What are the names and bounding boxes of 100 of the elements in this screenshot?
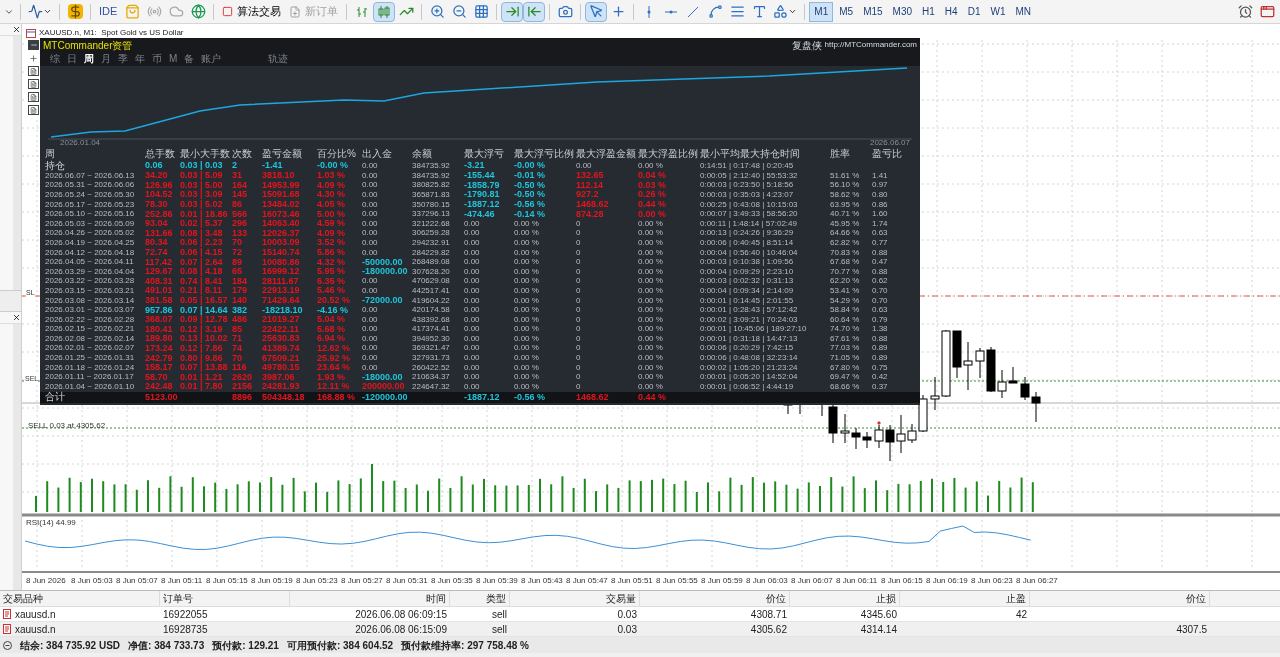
tab[interactable]: 综 (48, 54, 62, 64)
tab[interactable]: 年 (133, 54, 147, 64)
table-cell: 417374.41 (412, 324, 450, 334)
tab[interactable]: 季 (116, 54, 130, 64)
row-label: 合计 (45, 391, 65, 403)
table-cell: 0.00 % (638, 276, 663, 286)
table-cell: 0.00 (464, 276, 480, 286)
table-cell: -0.01 % (514, 170, 546, 181)
document-icon (30, 93, 37, 101)
tab[interactable]: 账户 (199, 54, 224, 64)
table-cell: 0.12 | 3.19 (180, 323, 223, 334)
shopping-bag-icon (124, 4, 140, 19)
table-cell: 0.00 (362, 170, 378, 180)
timeframe-button[interactable]: M1 (809, 1, 834, 22)
row-label: 2026.01.25 ~ 2026.01.31 (45, 353, 135, 363)
table-cell: -0.14 % (514, 208, 546, 219)
ide-button[interactable]: IDE (95, 1, 122, 22)
close-button[interactable] (11, 24, 21, 35)
table-cell: 5.00 % (317, 208, 346, 219)
website-link[interactable]: http://MTCommander.com (824, 39, 917, 51)
table-cell: 0:00:01 | 0:31:18 | 14:47:13 (700, 333, 798, 343)
tab[interactable]: 备 (182, 54, 197, 64)
document-icon (289, 5, 302, 18)
table-cell: 0 (576, 228, 581, 238)
row-label: 持仓 (45, 159, 65, 171)
move-button[interactable] (28, 53, 39, 63)
alarm-icon (1237, 4, 1253, 19)
table-cell: 15140.74 (262, 247, 300, 258)
table-cell: -1858.79 (464, 179, 500, 190)
table-cell: 0.00 (464, 257, 480, 267)
table-cell: 284229.82 (412, 247, 450, 257)
table-cell: 0.00 % (514, 381, 539, 391)
table-cell: 350780.15 (412, 199, 450, 209)
timeframe-button[interactable]: H1 (918, 1, 939, 22)
table-cell: 8896 (232, 391, 253, 402)
column-header: 次数 (232, 149, 253, 159)
table-cell: 13484.02 (262, 199, 300, 210)
chart-shift-button[interactable] (523, 1, 546, 22)
minimize-button[interactable] (28, 40, 39, 50)
table-cell: 0.79 (872, 314, 888, 324)
tab[interactable]: 币 (150, 54, 164, 64)
column-header: 止盈 (1006, 592, 1026, 606)
table-cell: 0.00 (362, 343, 378, 353)
row-label: 2026.03.08 ~ 2026.03.14 (45, 295, 135, 305)
table-cell: 0.12 | 7.86 (180, 343, 223, 353)
chart-type-button[interactable] (373, 1, 396, 22)
tab[interactable]: 周 (82, 54, 96, 64)
scrollbar[interactable] (13, 324, 21, 590)
timeframe-button[interactable]: H4 (940, 1, 962, 22)
table-cell: 369321.47 (412, 343, 450, 353)
table-cell: 0.06 | 2.23 (180, 237, 223, 248)
tab[interactable]: 轨迹 (266, 54, 291, 64)
table-cell: 0.05 | 16.57 (180, 295, 228, 305)
algo-trading-button[interactable]: 算法交易 (218, 1, 286, 22)
table-cell: -0.56 % (514, 199, 546, 210)
timeframe-button[interactable]: W1 (986, 1, 1010, 22)
table-cell: 140 (232, 295, 248, 305)
table-cell: 242.79 (145, 352, 173, 363)
table-cell: 116 (232, 362, 247, 373)
timeframe-button[interactable]: M5 (835, 1, 858, 22)
table-cell: 67.80 % (830, 362, 860, 372)
timeframe-button[interactable]: M30 (888, 1, 917, 22)
scrollbar[interactable] (13, 36, 21, 290)
table-cell: 0 (576, 343, 581, 353)
cursor-icon (588, 4, 604, 19)
table-cell: 0.07 | 13.88 (180, 362, 228, 373)
auto-scroll-button[interactable] (501, 1, 524, 22)
table-cell: 0.06 (145, 160, 163, 170)
table-cell: 0.00 (362, 180, 378, 190)
panel-tool-button[interactable] (28, 66, 39, 76)
table-cell: 56.10 % (830, 180, 860, 190)
tab[interactable]: 月 (99, 54, 113, 64)
table-cell: 78.30 (145, 199, 168, 210)
timeframe-button[interactable]: M15 (859, 1, 887, 22)
table-cell: 173.24 (145, 343, 173, 353)
close-button[interactable] (11, 312, 21, 323)
table-cell: 0:00:06 | 0:20:29 | 7:42:15 (700, 343, 794, 353)
panel-tool-button[interactable] (28, 105, 39, 115)
tab[interactable]: 日 (65, 54, 79, 64)
table-cell: 25.92 % (317, 352, 351, 363)
timeframe-button[interactable]: MN (1011, 1, 1035, 22)
table-cell: 6.35 % (317, 275, 346, 286)
move-icon (29, 53, 38, 63)
table-cell-text: 16928735 (163, 622, 208, 637)
table-cell: 0 (576, 218, 581, 228)
table-cell: 0:00:06 | 0:40:45 | 8:51:14 (700, 237, 794, 247)
table-cell: 0.88 (872, 266, 888, 276)
panel-tool-button[interactable] (28, 79, 39, 89)
timeframe-button[interactable]: D1 (963, 1, 985, 22)
table-cell-text: 4345.60 (860, 607, 897, 622)
account-summary: 预付款维持率: 297 758.48 % (401, 638, 529, 653)
candle (963, 341, 973, 391)
table-cell: 0.00 % (514, 343, 539, 353)
panel-tool-button[interactable] (28, 92, 39, 102)
cursor-button[interactable] (585, 1, 608, 22)
row-label: 2026.06.07 ~ 2026.06.13 (45, 170, 135, 180)
table-cell: 0:00:01 | 10:45:06 | 189:27:10 (700, 324, 807, 334)
table-cell: 4.59 % (317, 218, 346, 229)
table-cell: 5123.00 (145, 391, 178, 402)
tab[interactable]: M (167, 54, 180, 64)
